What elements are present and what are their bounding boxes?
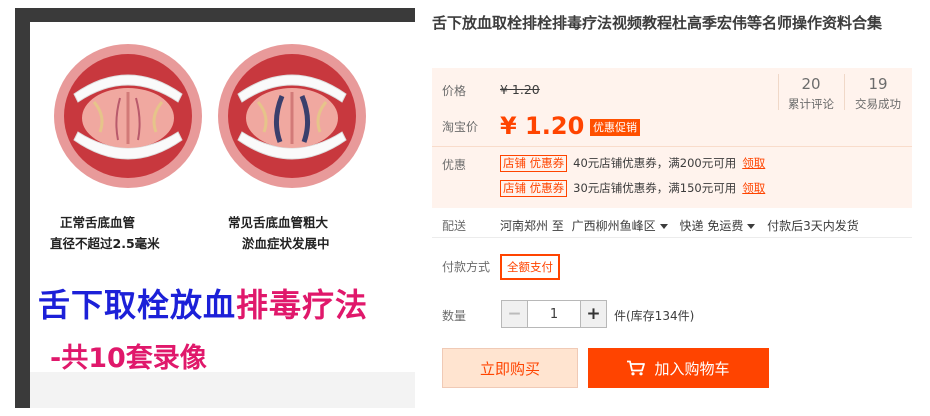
claim-coupon-link[interactable]: 领取 bbox=[742, 156, 765, 170]
buy-now-button[interactable]: 立即购买 bbox=[442, 348, 578, 388]
promo-subline: -共10套录像 bbox=[50, 343, 207, 372]
review-label: 累计评论 bbox=[788, 97, 834, 111]
quantity-label: 数量 bbox=[442, 309, 467, 323]
product-image-content: 正常舌底血管 直径不超过2.5毫米 常见舌底血管粗大 淤血症状发展中 舌下取栓放… bbox=[30, 22, 415, 372]
coupon-label: 优惠 bbox=[442, 158, 467, 172]
promo-headline: 舌下取栓放血排毒疗法 bbox=[38, 280, 368, 326]
gallery-footer bbox=[30, 372, 415, 408]
promo-headline-part1: 舌下取栓放血 bbox=[38, 286, 237, 324]
add-to-cart-label: 加入购物车 bbox=[654, 359, 730, 378]
shipping-destination-select[interactable]: 广西柳州鱼峰区 bbox=[572, 219, 674, 233]
coupon-tag: 店铺 优惠券 bbox=[500, 155, 568, 172]
current-price: ¥ 1.20 bbox=[500, 112, 585, 140]
caption-swollen-detail: 淤血症状发展中 bbox=[242, 236, 330, 251]
caption-normal-detail: 直径不超过2.5毫米 bbox=[50, 236, 160, 251]
review-count: 20 bbox=[801, 75, 821, 93]
coupon-tag: 店铺 优惠券 bbox=[500, 180, 568, 197]
shipping-destination: 广西柳州鱼峰区 bbox=[571, 219, 656, 233]
chevron-down-icon bbox=[659, 224, 668, 229]
sales-count: 19 bbox=[868, 75, 888, 93]
coupon-item: 店铺 优惠券 40元店铺优惠券，满200元可用 领取 bbox=[500, 155, 765, 172]
coupon-text: 30元店铺优惠券，满150元可用 bbox=[573, 181, 737, 195]
product-image[interactable]: 正常舌底血管 直径不超过2.5毫米 常见舌底血管粗大 淤血症状发展中 舌下取栓放… bbox=[15, 8, 415, 408]
shipping-details: 河南郑州 至 广西柳州鱼峰区 快递 免运费 付款后3天内发货 bbox=[500, 217, 859, 234]
chevron-down-icon bbox=[747, 224, 756, 229]
swollen-vein-illustration bbox=[218, 44, 366, 188]
shipping-method: 快递 免运费 bbox=[679, 219, 744, 233]
claim-coupon-link[interactable]: 领取 bbox=[742, 181, 765, 195]
payment-label: 付款方式 bbox=[442, 260, 491, 274]
payment-option-full[interactable]: 全额支付 bbox=[500, 254, 560, 280]
product-title: 舌下放血取栓排栓排毒疗法视频教程杜高季宏伟等名师操作资料合集 bbox=[432, 14, 883, 32]
normal-tongue-illustration bbox=[54, 44, 202, 188]
price-label: 价格 bbox=[442, 84, 467, 98]
add-to-cart-button[interactable]: 加入购物车 bbox=[588, 348, 769, 388]
shipping-method-select[interactable]: 快递 免运费 bbox=[680, 219, 762, 233]
stock-info: 件(库存134件) bbox=[614, 309, 695, 323]
decrease-quantity-button[interactable]: − bbox=[502, 301, 528, 327]
promo-headline-part2: 排毒疗法 bbox=[236, 286, 369, 324]
shipping-origin: 河南郑州 至 bbox=[500, 219, 564, 233]
sales-label: 交易成功 bbox=[855, 97, 901, 111]
price-panel: 价格 ¥ 1.20 淘宝价 ¥ 1.20 优惠促销 20 累计评论 19 交易成… bbox=[432, 68, 912, 146]
quantity-stepper: − + bbox=[501, 300, 607, 328]
taobao-price-label: 淘宝价 bbox=[442, 120, 479, 134]
review-stat[interactable]: 20 累计评论 bbox=[778, 72, 844, 112]
increase-quantity-button[interactable]: + bbox=[580, 301, 606, 327]
sales-stat: 19 交易成功 bbox=[845, 72, 911, 112]
original-price: ¥ 1.20 bbox=[500, 82, 540, 97]
caption-normal-title: 正常舌底血管 bbox=[60, 215, 136, 230]
shipping-row: 配送 河南郑州 至 广西柳州鱼峰区 快递 免运费 付款后3天内发货 bbox=[432, 208, 912, 238]
shopping-cart-icon bbox=[627, 360, 646, 376]
coupon-text: 40元店铺优惠券，满200元可用 bbox=[573, 156, 737, 170]
shipping-label: 配送 bbox=[442, 219, 467, 233]
coupon-panel: 优惠 店铺 优惠券 40元店铺优惠券，满200元可用 领取 店铺 优惠券 30元店铺优… bbox=[432, 146, 912, 208]
delivery-time: 付款后3天内发货 bbox=[767, 219, 859, 233]
quantity-input[interactable] bbox=[528, 301, 580, 327]
caption-swollen-title: 常见舌底血管粗大 bbox=[228, 215, 329, 230]
coupon-item: 店铺 优惠券 30元店铺优惠券，满150元可用 领取 bbox=[500, 180, 765, 197]
promo-badge[interactable]: 优惠促销 bbox=[590, 119, 640, 136]
